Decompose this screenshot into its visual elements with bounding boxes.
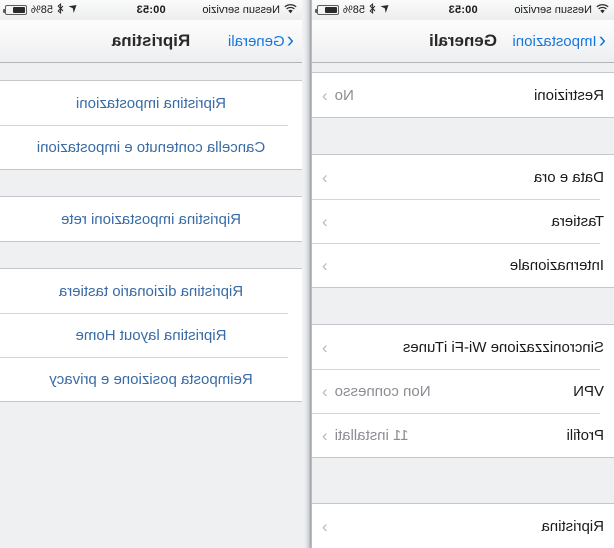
table-row[interactable]: Cancella contenuto e impostazioni — [0, 125, 302, 169]
chevron-right-icon: › — [322, 255, 328, 275]
settings-group-reset-secondary: Ripristina dizionario tastiera Ripristin… — [0, 268, 302, 402]
dual-screenshot-panes: Nessun servizio 00:53 58% ‹ Impostazioni… — [0, 0, 614, 548]
row-accessory: › — [322, 337, 335, 357]
back-button-label: Impostazioni — [512, 32, 597, 50]
row-value: No — [334, 86, 354, 104]
row-label: Cancella contenuto e impostazioni — [36, 138, 266, 156]
row-label: Restrizioni — [533, 86, 604, 104]
row-label: Ripristina impostazioni rete — [60, 210, 242, 228]
table-row[interactable]: Ripristina impostazioni — [0, 81, 302, 125]
row-label: Ripristina impostazioni — [75, 94, 227, 112]
row-accessory: › — [322, 211, 335, 231]
status-bar-ripristina: Nessun servizio 00:53 58% — [0, 0, 302, 20]
table-row[interactable]: Ripristina › — [312, 504, 614, 548]
chevron-right-icon: › — [322, 167, 328, 187]
row-accessory: › — [322, 255, 335, 275]
row-label: Tastiera — [551, 212, 604, 230]
chevron-right-icon: › — [322, 381, 328, 401]
row-accessory: › — [322, 167, 335, 187]
settings-group-reset-primary: Ripristina impostazioni Cancella contenu… — [0, 80, 302, 170]
row-accessory: Non connesso › — [322, 381, 431, 401]
table-row[interactable]: Ripristina layout Home — [0, 313, 302, 357]
row-label: Internazionale — [509, 256, 604, 274]
settings-list-ripristina[interactable]: Ripristina impostazioni Cancella contenu… — [0, 63, 302, 548]
table-row[interactable]: Data e ora › — [312, 155, 614, 199]
carrier-label: Nessun servizio — [202, 4, 280, 16]
settings-group-ripristina: Ripristina › — [312, 503, 614, 548]
row-label: Ripristina layout Home — [75, 326, 227, 344]
settings-group-restrizioni: Restrizioni No › — [312, 72, 614, 118]
battery-percent-label: 58% — [343, 4, 366, 16]
chevron-right-icon: › — [322, 85, 328, 105]
location-arrow-icon — [380, 4, 389, 17]
chevron-left-icon: ‹ — [598, 27, 606, 52]
chevron-right-icon: › — [322, 425, 328, 445]
settings-group-reset-network: Ripristina impostazioni rete — [0, 196, 302, 242]
battery-icon — [5, 5, 27, 15]
battery-percent-label: 58% — [31, 4, 54, 16]
row-accessory: No › — [322, 85, 354, 105]
pane-divider — [302, 0, 311, 548]
table-row[interactable]: Tastiera › — [312, 199, 614, 243]
row-label: Ripristina dizionario tastiera — [58, 282, 244, 300]
chevron-left-icon: ‹ — [286, 27, 294, 52]
chevron-right-icon: › — [322, 516, 328, 536]
nav-bar-generali: ‹ Impostazioni Generali — [312, 20, 614, 63]
status-bar-right-group: 58% — [5, 2, 77, 17]
back-button-impostazioni[interactable]: ‹ Impostazioni — [512, 27, 606, 52]
row-label: Ripristina — [541, 517, 604, 535]
nav-bar-ripristina: ‹ Generali Ripristina — [0, 20, 302, 63]
pane-ripristina: Nessun servizio 00:53 58% ‹ Generali Rip… — [0, 0, 302, 548]
row-label: Sincronizzazione Wi-Fi iTunes — [402, 338, 604, 356]
carrier-label: Nessun servizio — [514, 4, 592, 16]
row-label: Reimposta posizione e privacy — [49, 370, 253, 388]
battery-icon — [317, 5, 339, 15]
row-value: 11 installati — [334, 426, 409, 444]
table-row[interactable]: Internazionale › — [312, 243, 614, 287]
status-bar-left-group: Nessun servizio — [514, 3, 609, 17]
table-row[interactable]: Ripristina impostazioni rete — [0, 197, 302, 241]
bluetooth-icon — [57, 2, 64, 17]
back-button-generali[interactable]: ‹ Generali — [227, 27, 294, 52]
row-accessory: › — [322, 516, 335, 536]
settings-group-data-tastiera: Data e ora › Tastiera › Internazionale › — [312, 154, 614, 288]
status-bar-generali: Nessun servizio 00:53 58% — [312, 0, 614, 20]
table-row[interactable]: Sincronizzazione Wi-Fi iTunes › — [312, 325, 614, 369]
bluetooth-icon — [369, 2, 376, 17]
pane-generali: Nessun servizio 00:53 58% ‹ Impostazioni… — [311, 0, 614, 548]
mirrored-screenshot-root: Nessun servizio 00:53 58% ‹ Impostazioni… — [0, 0, 614, 548]
status-bar-left-group: Nessun servizio — [202, 3, 297, 17]
chevron-right-icon: › — [322, 337, 328, 357]
table-row[interactable]: Restrizioni No › — [312, 73, 614, 117]
row-accessory: 11 installati › — [322, 425, 409, 445]
row-label: Data e ora — [533, 168, 604, 186]
table-row[interactable]: Reimposta posizione e privacy — [0, 357, 302, 401]
settings-list-generali[interactable]: Restrizioni No › Data e ora › Tastiera ›… — [312, 63, 614, 548]
wifi-icon — [284, 3, 297, 17]
settings-group-sync-vpn-profili: Sincronizzazione Wi-Fi iTunes › VPN Non … — [312, 324, 614, 458]
row-value: Non connesso — [334, 382, 431, 400]
status-bar-right-group: 58% — [317, 2, 389, 17]
table-row[interactable]: VPN Non connesso › — [312, 369, 614, 413]
chevron-right-icon: › — [322, 211, 328, 231]
back-button-label: Generali — [227, 32, 285, 50]
table-row[interactable]: Ripristina dizionario tastiera — [0, 269, 302, 313]
row-label: Profili — [566, 426, 604, 444]
location-arrow-icon — [68, 4, 77, 17]
row-label: VPN — [573, 382, 604, 400]
table-row[interactable]: Profili 11 installati › — [312, 413, 614, 457]
wifi-icon — [596, 3, 609, 17]
